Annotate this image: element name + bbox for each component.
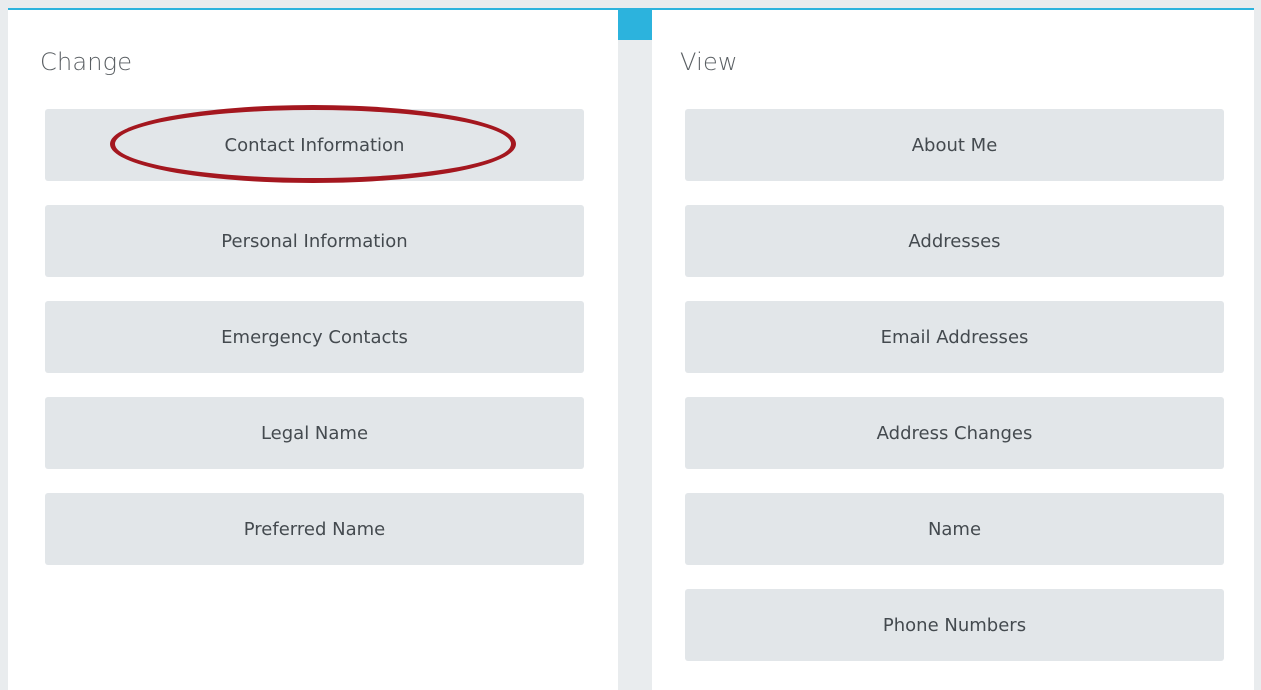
contact-information-button[interactable]: Contact Information: [45, 109, 584, 181]
email-addresses-button[interactable]: Email Addresses: [685, 301, 1224, 373]
view-panel-title: View: [680, 48, 738, 76]
legal-name-button[interactable]: Legal Name: [45, 397, 584, 469]
phone-numbers-button[interactable]: Phone Numbers: [685, 589, 1224, 661]
view-button-list: About Me Addresses Email Addresses Addre…: [685, 109, 1224, 685]
view-panel: View About Me Addresses Email Addresses …: [652, 8, 1254, 690]
name-button[interactable]: Name: [685, 493, 1224, 565]
addresses-button[interactable]: Addresses: [685, 205, 1224, 277]
address-changes-button[interactable]: Address Changes: [685, 397, 1224, 469]
emergency-contacts-button[interactable]: Emergency Contacts: [45, 301, 584, 373]
change-panel: Change Contact Information Personal Info…: [8, 8, 618, 690]
change-button-list: Contact Information Personal Information…: [45, 109, 584, 589]
change-panel-title: Change: [40, 48, 133, 76]
middle-accent-bar: [618, 8, 652, 40]
page: Change Contact Information Personal Info…: [0, 0, 1261, 690]
preferred-name-button[interactable]: Preferred Name: [45, 493, 584, 565]
personal-information-button[interactable]: Personal Information: [45, 205, 584, 277]
about-me-button[interactable]: About Me: [685, 109, 1224, 181]
